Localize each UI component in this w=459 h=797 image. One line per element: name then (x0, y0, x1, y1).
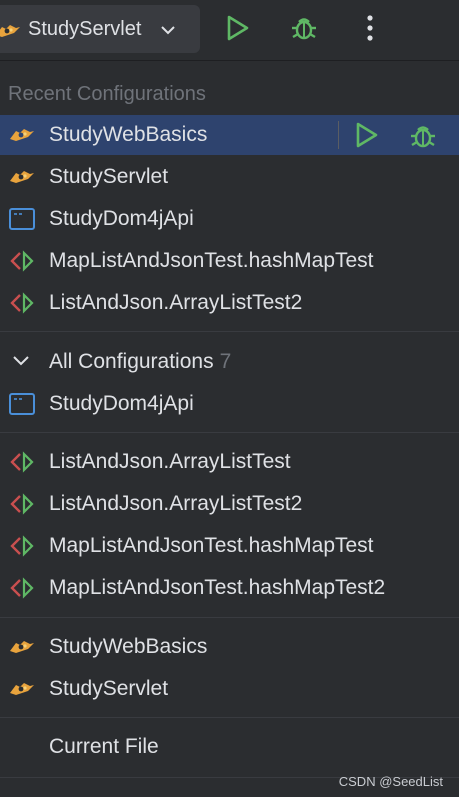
config-item-studyservlet[interactable]: StudyServlet (0, 669, 459, 709)
recent-item-maplistandjsontest-hashmaptest[interactable]: MapListAndJsonTest.hashMapTest (0, 241, 459, 281)
list-item-label: MapListAndJsonTest.hashMapTest2 (49, 576, 386, 599)
debug-button[interactable] (284, 10, 324, 50)
all-configurations-title: All Configurations (49, 350, 214, 373)
tomcat-icon (8, 123, 36, 147)
config-count: 7 (219, 350, 232, 373)
divider (0, 717, 459, 718)
run-toolbar: StudyServlet (0, 0, 459, 61)
divider (0, 617, 459, 618)
test-icon (8, 291, 36, 315)
test-icon (8, 534, 36, 558)
config-item-studydom4japi[interactable]: StudyDom4jApi (0, 384, 459, 424)
current-file-item[interactable]: Current File (0, 727, 459, 767)
list-item-label: ListAndJson.ArrayListTest (49, 450, 291, 473)
tomcat-icon (8, 677, 36, 701)
list-item-label: ListAndJson.ArrayListTest2 (49, 492, 303, 515)
tomcat-icon (0, 19, 22, 48)
chevron-down-icon (160, 23, 176, 41)
tomcat-icon (8, 635, 36, 659)
application-icon (8, 207, 36, 231)
debug-icon[interactable] (408, 121, 438, 156)
config-item-listandjson-arraylisttest[interactable]: ListAndJson.ArrayListTest (0, 442, 459, 482)
debug-icon (289, 13, 319, 48)
all-configurations-header[interactable]: All Configurations 7 (0, 342, 459, 382)
run-configurations-popup: Recent Configurations StudyWebBasics Stu… (0, 61, 459, 797)
recent-configurations-header: Recent Configurations (8, 83, 206, 105)
selected-config-label: StudyServlet (28, 18, 142, 40)
run-button[interactable] (218, 10, 258, 50)
config-item-studywebbasics[interactable]: StudyWebBasics (0, 627, 459, 667)
test-icon (8, 492, 36, 516)
config-item-maplistandjsontest-hashmaptest[interactable]: MapListAndJsonTest.hashMapTest (0, 526, 459, 566)
list-item-label: StudyDom4jApi (49, 207, 194, 230)
list-item-label: ListAndJson.ArrayListTest2 (49, 291, 303, 314)
list-item-label: StudyWebBasics (49, 123, 208, 146)
recent-item-studydom4japi[interactable]: StudyDom4jApi (0, 199, 459, 239)
application-icon (8, 392, 36, 416)
current-file-label: Current File (49, 735, 159, 758)
list-item-label: StudyWebBasics (49, 635, 208, 658)
run-icon[interactable] (354, 121, 380, 154)
tomcat-icon (8, 165, 36, 189)
separator (338, 121, 339, 149)
recent-item-listandjson-arraylisttest2[interactable]: ListAndJson.ArrayListTest2 (0, 283, 459, 323)
config-item-maplistandjsontest-hashmaptest2[interactable]: MapListAndJsonTest.hashMapTest2 (0, 568, 459, 608)
all-configurations-label: All Configurations 7 (49, 350, 231, 374)
list-item-label: MapListAndJsonTest.hashMapTest (49, 534, 374, 557)
test-icon (8, 450, 36, 474)
run-icon (225, 14, 251, 47)
chevron-down-icon (12, 354, 30, 373)
more-vertical-icon (366, 13, 374, 48)
run-config-selector[interactable]: StudyServlet (0, 5, 200, 53)
test-icon (8, 249, 36, 273)
more-button[interactable] (350, 10, 390, 50)
recent-item-studywebbasics[interactable]: StudyWebBasics (0, 115, 459, 155)
test-icon (8, 576, 36, 600)
list-item-label: StudyServlet (49, 677, 169, 700)
watermark: CSDN @SeedList (338, 774, 443, 789)
divider (0, 331, 459, 332)
list-item-label: StudyServlet (49, 165, 169, 188)
recent-item-studyservlet[interactable]: StudyServlet (0, 157, 459, 197)
row-actions (334, 115, 459, 155)
config-item-listandjson-arraylisttest2[interactable]: ListAndJson.ArrayListTest2 (0, 484, 459, 524)
list-item-label: StudyDom4jApi (49, 392, 194, 415)
divider (0, 432, 459, 433)
list-item-label: MapListAndJsonTest.hashMapTest (49, 249, 374, 272)
